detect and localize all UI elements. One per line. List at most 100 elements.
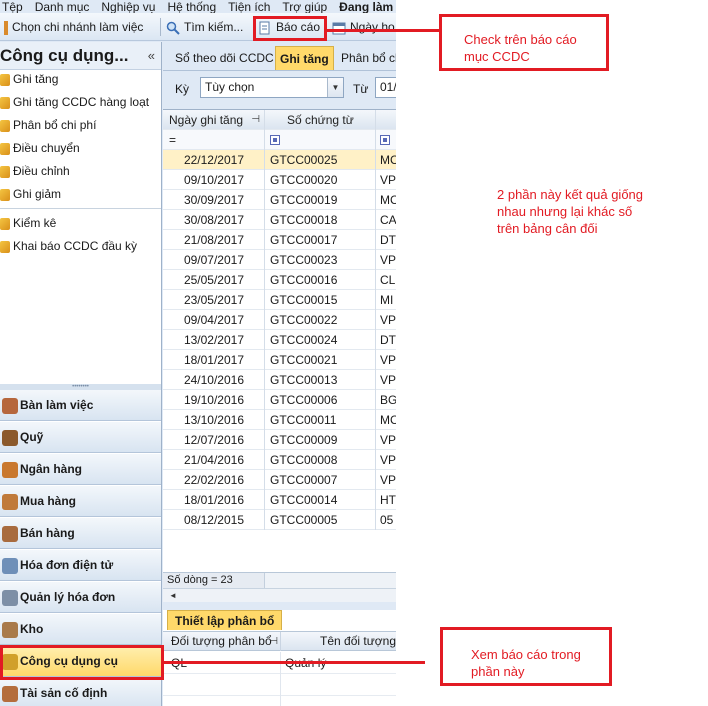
function-icon: [0, 165, 10, 178]
cell-date: 25/05/2017: [163, 270, 265, 290]
module-ngan-hang[interactable]: Ngân hàng: [0, 454, 161, 485]
warehouse-icon: [2, 621, 18, 638]
cell-date: 30/08/2017: [163, 210, 265, 230]
tab-ghi-tang[interactable]: Ghi tăng: [275, 46, 334, 70]
cell-date: 12/07/2016: [163, 430, 265, 450]
menu-file[interactable]: Tệp: [2, 1, 23, 13]
cell-voucher: GTCC00021: [265, 350, 376, 370]
tab-thiet-lap-phan-bo[interactable]: Thiết lập phân bổ: [167, 610, 283, 630]
table-row[interactable]: 24/10/2016GTCC00013 VP4: [163, 370, 396, 390]
cell-code: VP5: [380, 353, 396, 367]
table-row[interactable]: 21/08/2017 GTCC00017 DT: [163, 230, 396, 250]
grid-footer: Số dòng = 23: [163, 572, 396, 588]
filter-operator[interactable]: =: [163, 130, 265, 150]
column-header-object[interactable]: Đối tượng phân bổ ⊣: [163, 632, 281, 651]
table-row[interactable]: 09/07/2017GTCC00023 VP7: [163, 250, 396, 270]
nav-item-ghi-giam[interactable]: Ghi giảm: [0, 183, 61, 205]
purchase-icon: [2, 493, 18, 510]
menu-working[interactable]: Đang làm: [339, 1, 393, 13]
menu-operations[interactable]: Nghiệp vụ: [101, 1, 155, 13]
from-date-input[interactable]: 01/: [375, 77, 396, 98]
table-row[interactable]: 25/05/2017GTCC00016 CLI: [163, 270, 396, 290]
nav-item-ghi-tang-hang-loat[interactable]: Ghi tăng CCDC hàng loạt: [0, 91, 149, 113]
cell-code: CA: [380, 213, 396, 227]
cell-code: DT: [380, 233, 396, 247]
table-row[interactable]: 19/10/2016 GTCC00006 BG: [163, 390, 396, 410]
tab-so-theo-doi-ccdc[interactable]: Sổ theo dõi CCDC: [171, 46, 278, 70]
table-row[interactable]: 22/02/2016GTCC00007 VP1: [163, 470, 396, 490]
module-ban-hang[interactable]: Bán hàng: [0, 518, 161, 549]
collapse-icon[interactable]: «: [148, 42, 155, 70]
pin-icon[interactable]: ⊣: [251, 110, 260, 130]
module-ban-lam-viec[interactable]: Bàn làm việc: [0, 390, 161, 421]
cell-date: 30/09/2017: [163, 190, 265, 210]
table-row[interactable]: 30/08/2017 GTCC00018 CA: [163, 210, 396, 230]
column-header-object-name[interactable]: Tên đối tượng: [281, 632, 396, 651]
annotation-note-view-report: Xem báo cáo trong phần này: [471, 647, 581, 679]
filter-icon[interactable]: [380, 135, 390, 145]
table-row[interactable]: 13/02/2017 GTCC00024 DT: [163, 330, 396, 350]
search-button[interactable]: Tìm kiếm...: [166, 17, 243, 37]
allocation-header-row: Đối tượng phân bổ ⊣ Tên đối tượng: [163, 631, 396, 651]
filter-cell-voucher[interactable]: [265, 130, 376, 150]
column-header-voucher[interactable]: Số chứng từ: [265, 110, 376, 130]
table-row[interactable]: 30/09/2017 GTCC00019 MC: [163, 190, 396, 210]
cell-date: 09/10/2017: [163, 170, 265, 190]
filter-icon[interactable]: [270, 135, 280, 145]
menu-system[interactable]: Hệ thống: [167, 1, 216, 13]
grid-filter-row: =: [163, 130, 396, 150]
pin-icon[interactable]: ⊣: [269, 632, 278, 651]
cell-voucher: GTCC00008: [265, 450, 376, 470]
date-button[interactable]: Ngày ho: [332, 17, 395, 37]
module-tai-san-co-dinh[interactable]: Tài sản cố định: [0, 678, 161, 706]
cell-date: 19/10/2016: [163, 390, 265, 410]
table-row[interactable]: 23/05/2017 GTCC00015 MI: [163, 290, 396, 310]
cell-voucher: GTCC00025: [265, 150, 376, 170]
table-row[interactable]: 21/04/2016GTCC00008 VP2: [163, 450, 396, 470]
table-row[interactable]: 18/01/2016 GTCC00014 HT: [163, 490, 396, 510]
left-navigation-panel: Công cụ dụng... « Ghi tăng Ghi tăng CCDC…: [0, 42, 162, 706]
cell-code: VP1: [380, 473, 396, 487]
fixed-asset-icon: [2, 685, 18, 702]
tab-phan-bo-chi-phi[interactable]: Phân bổ chi: [337, 46, 396, 70]
horizontal-scrollbar[interactable]: ◄: [163, 588, 396, 602]
menu-catalog[interactable]: Danh mục: [35, 1, 90, 13]
annotation-arrow-line-2: [164, 661, 425, 664]
module-quan-ly-hoa-don[interactable]: Quản lý hóa đơn: [0, 582, 161, 613]
table-row[interactable]: 13/10/2016 GTCC00011 MC: [163, 410, 396, 430]
nav-item-phan-bo-chi-phi[interactable]: Phân bổ chi phí: [0, 114, 96, 136]
column-header-date[interactable]: Ngày ghi tăng ⊣: [163, 110, 265, 130]
nav-item-kiem-ke[interactable]: Kiểm kê: [0, 212, 56, 234]
filter-cell-extra[interactable]: [376, 130, 396, 150]
table-row[interactable]: 08/12/2015 GTCC00005 05: [163, 510, 396, 530]
module-quy[interactable]: Quỹ: [0, 422, 161, 453]
cell-code: HT: [380, 493, 396, 507]
nav-item-ghi-tang[interactable]: Ghi tăng: [0, 68, 58, 90]
panel-title: Công cụ dụng... «: [0, 42, 161, 70]
module-kho[interactable]: Kho: [0, 614, 161, 645]
cell-date: 22/02/2016: [163, 470, 265, 490]
menu-utilities[interactable]: Tiện ích: [228, 1, 270, 13]
table-row[interactable]: 09/10/2017GTCC00020 VP8: [163, 170, 396, 190]
table-row[interactable]: 12/07/2016GTCC00009 VP3: [163, 430, 396, 450]
chevron-down-icon[interactable]: ▼: [327, 78, 343, 97]
table-row[interactable]: 09/04/2017GTCC00022 VP6: [163, 310, 396, 330]
period-select[interactable]: Tùy chọn ▼: [200, 77, 344, 98]
module-mua-hang[interactable]: Mua hàng: [0, 486, 161, 517]
cell-code: MI: [380, 293, 394, 307]
table-row[interactable]: 18/01/2017GTCC00021 VP5: [163, 350, 396, 370]
table-row[interactable]: 22/12/2017 GTCC00025 MC: [163, 150, 396, 170]
scroll-left-icon[interactable]: ◄: [169, 591, 177, 600]
nav-item-khai-bao-dau-ky[interactable]: Khai báo CCDC đầu kỳ: [0, 235, 137, 257]
cell-date: 23/05/2017: [163, 290, 265, 310]
function-icon: [0, 240, 10, 253]
annotation-note-report: Check trên báo cáo mục CCDC: [464, 32, 577, 64]
nav-item-dieu-chinh[interactable]: Điều chỉnh: [0, 160, 70, 182]
nav-item-dieu-chuyen[interactable]: Điều chuyển: [0, 137, 80, 159]
column-header-extra[interactable]: [376, 110, 396, 130]
branch-button[interactable]: Chọn chi nhánh làm việc: [4, 17, 143, 37]
menu-help[interactable]: Trợ giúp: [282, 1, 327, 13]
module-hoa-don-dien-tu[interactable]: Hóa đơn điện tử: [0, 550, 161, 581]
allocation-panel: Thiết lập phân bổ Đối tượng phân bổ ⊣ Tên…: [163, 610, 396, 706]
cell-code: VP2: [380, 453, 396, 467]
